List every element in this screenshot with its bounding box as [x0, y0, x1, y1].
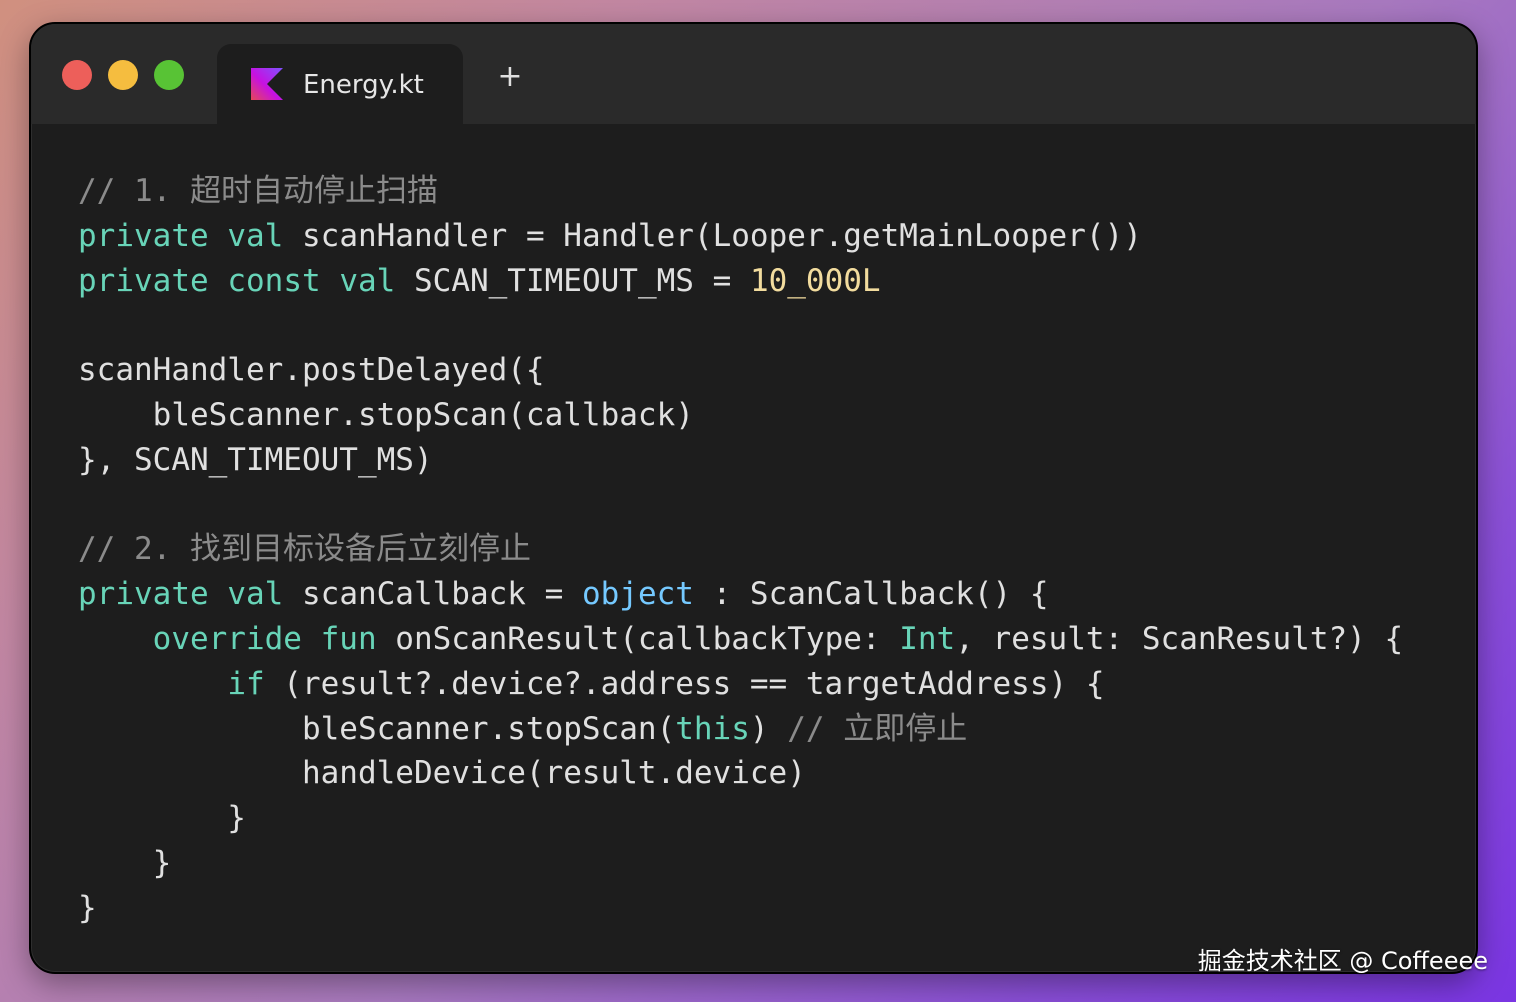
- code-line: private const val SCAN_TIMEOUT_MS = 10_0…: [78, 259, 1403, 304]
- code-line: // 2. 找到目标设备后立刻停止: [78, 527, 1403, 572]
- code-line: override fun onScanResult(callbackType: …: [78, 617, 1404, 662]
- code-editor[interactable]: // 1. 超时自动停止扫描 private val scanHandler = …: [78, 169, 1403, 931]
- code-token: val: [227, 576, 284, 613]
- maximize-window-button[interactable]: [154, 60, 184, 90]
- code-line: bleScanner.stopScan(this) // 立即停止: [78, 707, 1403, 752]
- code-token: : ScanCallback() {: [693, 576, 1049, 613]
- code-token: 10_000L: [749, 262, 881, 299]
- tab-energy-kt[interactable]: Energy.kt: [217, 44, 463, 126]
- code-token: onScanResult(callbackType:: [376, 620, 900, 657]
- code-line: scanHandler.postDelayed({: [78, 348, 1403, 393]
- code-token: scanHandler = Handler(Looper.getMainLoop…: [283, 217, 1142, 254]
- code-token: handleDevice(result.device): [78, 755, 806, 792]
- code-line: }, SCAN_TIMEOUT_MS): [78, 438, 1403, 483]
- code-token: , result: ScanResult?) {: [955, 620, 1404, 657]
- code-token: bleScanner.stopScan(callback): [78, 396, 694, 433]
- new-tab-button[interactable]: +: [497, 62, 523, 92]
- code-token: private: [78, 217, 209, 254]
- code-token: this: [675, 710, 750, 747]
- code-line: private val scanCallback = object : Scan…: [78, 572, 1403, 617]
- title-bar: Energy.kt +: [31, 24, 1476, 126]
- code-token: val: [227, 217, 284, 254]
- code-token: scanCallback =: [283, 576, 582, 613]
- code-token: bleScanner.stopScan(: [78, 710, 676, 747]
- kotlin-icon: [251, 68, 283, 100]
- code-token: fun: [320, 620, 377, 657]
- code-window: Energy.kt + // 1. 超时自动停止扫描 private val sc…: [29, 22, 1478, 974]
- code-token: const: [227, 262, 321, 299]
- code-token: (result?.device?.address == targetAddres…: [264, 665, 1105, 702]
- code-token: if: [227, 665, 265, 702]
- minimize-window-button[interactable]: [108, 60, 138, 90]
- code-line: private val scanHandler = Handler(Looper…: [78, 214, 1403, 259]
- code-token: val: [339, 262, 396, 299]
- code-line: // 1. 超时自动停止扫描: [78, 169, 1403, 214]
- code-token: }: [78, 800, 246, 837]
- code-token: private: [78, 576, 209, 613]
- code-token: }: [78, 889, 97, 926]
- code-token: }: [78, 844, 172, 881]
- code-token: Int: [899, 620, 956, 657]
- code-token: }, SCAN_TIMEOUT_MS): [78, 441, 433, 478]
- watermark: 掘金技术社区 @ Coffeeee: [1197, 947, 1488, 975]
- code-token: // 2. 找到目标设备后立刻停止: [78, 531, 531, 568]
- code-token: object: [581, 576, 694, 613]
- code-token: ): [749, 710, 788, 747]
- code-token: private: [78, 262, 209, 299]
- code-line: bleScanner.stopScan(callback): [78, 393, 1403, 438]
- code-token: // 1. 超时自动停止扫描: [78, 173, 438, 209]
- code-token: SCAN_TIMEOUT_MS =: [395, 262, 750, 299]
- tab-label: Energy.kt: [303, 70, 424, 100]
- code-line: handleDevice(result.device): [78, 751, 1403, 796]
- close-window-button[interactable]: [62, 60, 92, 90]
- code-token: scanHandler.postDelayed({: [78, 352, 545, 389]
- code-line: }: [78, 841, 1403, 886]
- code-line: if (result?.device?.address == targetAdd…: [78, 662, 1403, 707]
- code-token: override: [152, 620, 302, 657]
- code-line: }: [78, 796, 1403, 841]
- code-line: }: [78, 886, 1403, 931]
- code-token: // 立即停止: [787, 710, 968, 747]
